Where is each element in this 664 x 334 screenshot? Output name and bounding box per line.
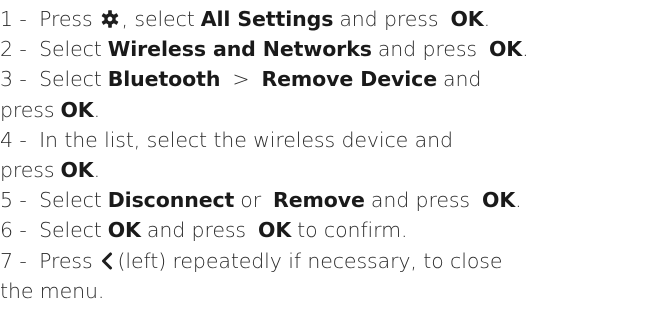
step-number: 4 - [0, 127, 34, 152]
step-text: . [93, 158, 101, 183]
step-4: 4 - In the list, select the wireless dev… [0, 125, 664, 155]
key-ok: OK [60, 97, 94, 122]
instruction-steps: 1 - Press, select All Settings and press OK… [0, 4, 664, 306]
step-number: 6 - [0, 218, 34, 243]
step-text: press [0, 97, 55, 122]
gear-icon [99, 8, 121, 30]
step-4-continuation: press OK. [0, 155, 664, 185]
step-3: 3 - Select Bluetooth > Remove Device and [0, 64, 664, 94]
step-5: 5 - Select Disconnect or Remove and press OK. [0, 185, 664, 215]
step-text: and press [146, 218, 247, 243]
menu-term-remove: Remove [273, 188, 365, 213]
path-separator: > [232, 67, 250, 92]
key-ok: OK [488, 37, 523, 62]
step-text: and [443, 67, 482, 92]
step-1: 1 - Press , select All Settings and press OK… [0, 4, 664, 34]
step-text: . [93, 97, 101, 122]
menu-term-bluetooth: Bluetooth [107, 67, 221, 92]
key-ok: OK [482, 188, 516, 213]
step-text: or [240, 188, 262, 213]
step-text: the menu. [0, 278, 105, 303]
step-text: , select [121, 7, 195, 31]
step-number: 1 - [0, 7, 34, 31]
step-number: 7 - [0, 248, 34, 273]
menu-term-remove-device: Remove Device [261, 67, 438, 92]
menu-term-disconnect: Disconnect [107, 188, 235, 213]
menu-term-all-settings: All Settings [200, 7, 334, 31]
step-text: and press [377, 37, 477, 62]
step-7: 7 - Press (left) repeatedly if necessary,… [0, 246, 664, 276]
chevron-left-icon [99, 251, 115, 271]
step-text: . [483, 7, 491, 31]
step-text: and press [339, 7, 439, 31]
menu-term-ok: OK [107, 218, 141, 243]
step-text: (left) repeatedly if necessary, to close [117, 248, 503, 273]
step-number: 2 - [0, 37, 34, 62]
step-number: 3 - [0, 67, 34, 92]
step-text: to confirm. [297, 218, 408, 243]
step-text: Select [39, 37, 102, 62]
key-ok: OK [60, 158, 94, 183]
step-number: 5 - [0, 188, 34, 213]
step-text: and press [370, 188, 471, 213]
step-text: . [515, 188, 522, 213]
step-7-continuation: the menu. [0, 276, 664, 306]
step-text: Press [39, 248, 93, 273]
step-text: Select [39, 67, 102, 92]
step-text: In the list, select the wireless device … [39, 127, 453, 152]
step-3-continuation: press OK. [0, 95, 664, 125]
key-ok: OK [450, 7, 484, 31]
step-text: Press [39, 7, 93, 31]
step-2: 2 - Select Wireless and Networks and press… [0, 34, 664, 64]
step-text: Select [39, 188, 102, 213]
step-text: press [0, 158, 55, 183]
key-ok: OK [258, 218, 292, 243]
menu-term-wireless-and-networks: Wireless and Networks [107, 37, 372, 62]
step-text: . [522, 37, 529, 62]
step-text: Select [39, 218, 102, 243]
step-6: 6 - Select OK and press OK to confirm. [0, 215, 664, 245]
